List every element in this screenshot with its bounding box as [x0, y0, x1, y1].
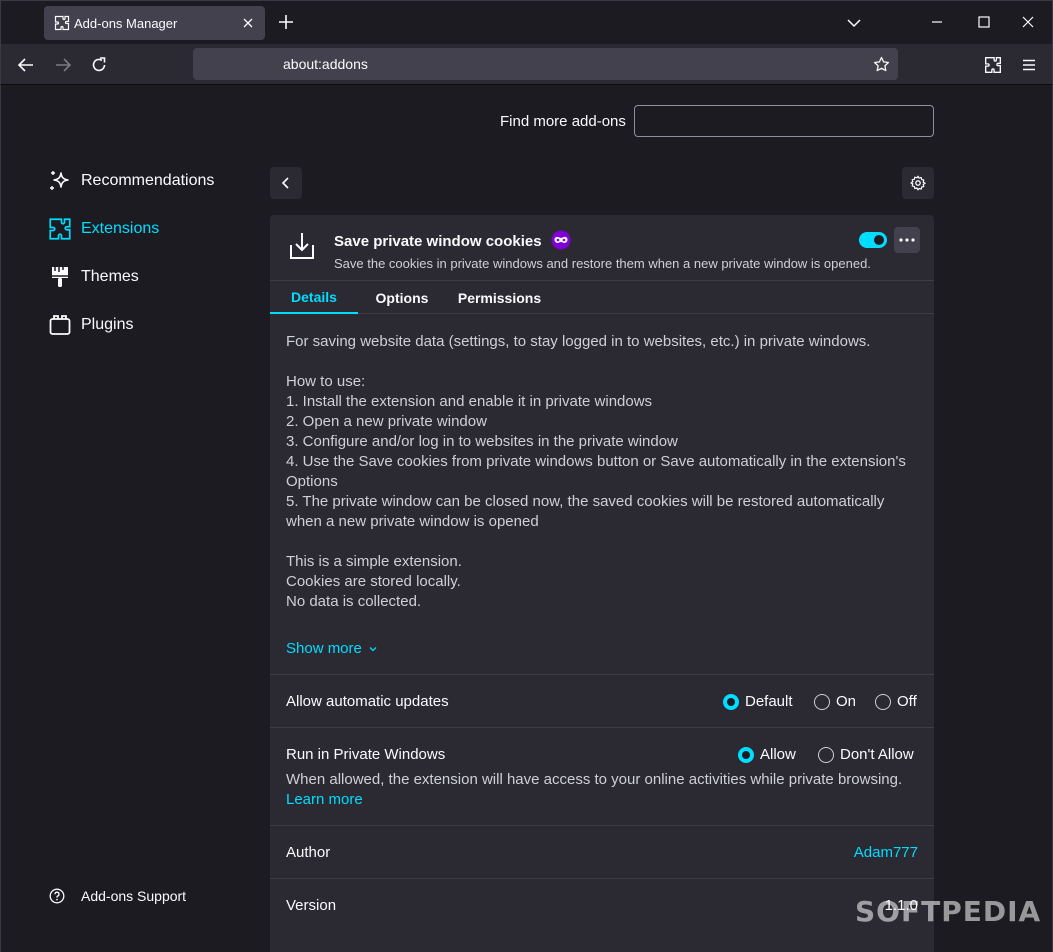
- addon-description: Save the cookies in private windows and …: [334, 256, 871, 271]
- title-bar: Add-ons Manager: [0, 0, 1053, 44]
- enable-toggle[interactable]: [859, 232, 887, 248]
- radio-label: Allow: [760, 746, 796, 763]
- tab-options[interactable]: Options: [366, 281, 438, 314]
- details-line: No data is collected.: [286, 593, 422, 610]
- updates-default-radio[interactable]: Default: [723, 693, 793, 710]
- addon-details-text: For saving website data (settings, to st…: [286, 332, 916, 612]
- sidebar-item-plugins[interactable]: Plugins: [48, 311, 133, 339]
- details-tabs: Details Options Permissions: [270, 280, 934, 314]
- private-label: Run in Private Windows: [286, 746, 446, 763]
- url-text[interactable]: about:addons: [283, 56, 368, 72]
- automatic-updates-row: Allow automatic updates Default On Off: [270, 674, 934, 727]
- puzzle-icon: [54, 15, 70, 31]
- new-tab-icon[interactable]: [277, 13, 295, 31]
- extensions-puzzle-icon[interactable]: [984, 56, 1002, 74]
- tab-details[interactable]: Details: [270, 281, 358, 314]
- more-options-button[interactable]: [894, 227, 920, 253]
- softpedia-watermark: SOFTPEDIA: [855, 895, 1042, 928]
- sidebar-item-label: Recommendations: [81, 172, 215, 189]
- forward-arrow-icon[interactable]: [54, 56, 72, 74]
- sidebar-item-label: Extensions: [81, 220, 160, 237]
- details-line: How to use:: [286, 373, 366, 390]
- tab-title: Add-ons Manager: [74, 16, 178, 31]
- radio-dot: [818, 746, 834, 763]
- private-browsing-icon: [551, 230, 571, 250]
- bookmark-star-icon[interactable]: [873, 56, 890, 73]
- updates-off-radio[interactable]: Off: [875, 693, 917, 710]
- minimize-icon[interactable]: [930, 15, 944, 29]
- details-line: Cookies are stored locally.: [286, 573, 461, 590]
- radio-dot: [875, 693, 891, 710]
- details-line: This is a simple extension.: [286, 553, 462, 570]
- radio-label: On: [836, 693, 857, 710]
- help-icon: [49, 888, 65, 904]
- chevron-down-icon[interactable]: [846, 15, 862, 31]
- radio-dot: [738, 746, 754, 763]
- toggle-knob: [874, 235, 884, 245]
- sidebar-item-extensions[interactable]: Extensions: [48, 215, 159, 243]
- url-bar[interactable]: about:addons: [193, 48, 898, 80]
- radio-dot: [723, 693, 739, 710]
- hamburger-menu-icon[interactable]: [1021, 57, 1037, 73]
- details-line: 2. Open a new private window: [286, 413, 487, 430]
- addon-card: Save private window cookies Save the coo…: [270, 215, 934, 952]
- tab-permissions[interactable]: Permissions: [452, 281, 547, 314]
- updates-on-radio[interactable]: On: [814, 693, 856, 710]
- addons-support-link[interactable]: Add-ons Support: [49, 888, 186, 904]
- private-dont-allow-radio[interactable]: Don't Allow: [818, 746, 914, 763]
- sidebar-item-label: Plugins: [81, 316, 134, 333]
- details-line: 4. Use the Save cookies from private win…: [286, 453, 906, 490]
- radio-label: Off: [897, 693, 917, 710]
- search-input[interactable]: [634, 105, 934, 137]
- show-more-link[interactable]: Show more: [286, 640, 378, 657]
- details-line: For saving website data (settings, to st…: [286, 333, 871, 350]
- radio-label: Don't Allow: [840, 746, 914, 763]
- chevron-down-icon: [362, 644, 378, 654]
- private-allow-radio[interactable]: Allow: [738, 746, 796, 763]
- reload-icon[interactable]: [90, 56, 108, 74]
- author-label: Author: [286, 844, 331, 861]
- sidebar-item-recommendations[interactable]: Recommendations: [48, 167, 214, 195]
- nav-bar: about:addons: [0, 44, 1053, 85]
- addons-page: Find more add-ons Recommendations Extens…: [0, 85, 1053, 952]
- back-arrow-icon[interactable]: [17, 56, 35, 74]
- addon-name: Save private window cookies: [334, 233, 542, 250]
- plugin-icon: [48, 313, 72, 337]
- brush-icon: [48, 265, 72, 289]
- private-note: When allowed, the extension will have ac…: [286, 771, 903, 788]
- show-more-label: Show more: [286, 640, 362, 657]
- back-button[interactable]: [270, 167, 302, 199]
- author-row: Author Adam777: [270, 825, 934, 878]
- tab-addons-manager[interactable]: Add-ons Manager: [44, 6, 265, 40]
- version-label: Version: [286, 897, 337, 914]
- learn-more-link[interactable]: Learn more: [286, 791, 363, 808]
- puzzle-icon: [48, 217, 72, 241]
- sparkle-icon: [48, 169, 72, 193]
- radio-dot: [814, 693, 830, 710]
- details-line: [286, 532, 916, 552]
- maximize-icon[interactable]: [978, 16, 990, 28]
- sidebar-item-label: Themes: [81, 268, 139, 285]
- settings-button[interactable]: [902, 167, 934, 199]
- private-windows-row: Run in Private Windows Allow Don't Allow…: [270, 727, 934, 825]
- version-row: Version 1.1.0: [270, 878, 934, 952]
- details-line: [286, 352, 916, 372]
- radio-label: Default: [745, 693, 793, 710]
- details-line: 3. Configure and/or log in to websites i…: [286, 433, 678, 450]
- support-label: Add-ons Support: [81, 888, 187, 904]
- details-line: 1. Install the extension and enable it i…: [286, 393, 653, 410]
- sidebar-item-themes[interactable]: Themes: [48, 263, 139, 291]
- close-tab-icon[interactable]: [241, 16, 255, 30]
- details-line: 5. The private window can be closed now,…: [286, 493, 885, 530]
- close-window-icon[interactable]: [1021, 15, 1035, 29]
- find-more-label: Find more add-ons: [500, 113, 626, 130]
- author-link[interactable]: Adam777: [854, 844, 918, 861]
- updates-label: Allow automatic updates: [286, 693, 449, 710]
- download-icon: [288, 231, 316, 261]
